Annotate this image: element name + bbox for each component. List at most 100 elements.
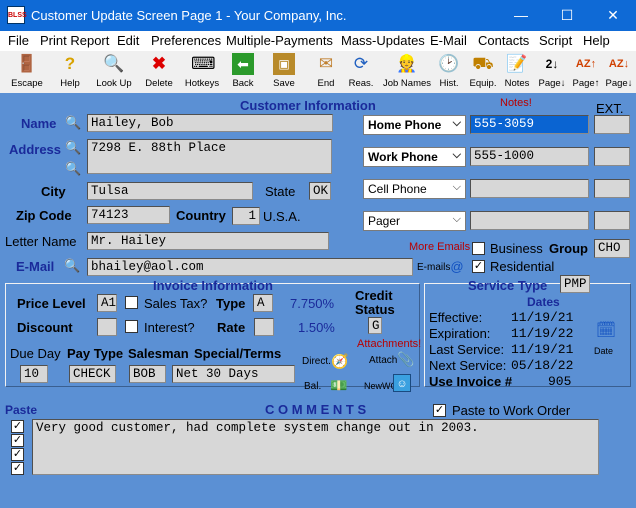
rate-field[interactable] (254, 318, 274, 336)
comments-textarea[interactable]: Very good customer, had complete system … (32, 419, 599, 475)
notes-alert[interactable]: Notes! (500, 97, 532, 109)
discount-field[interactable] (97, 318, 117, 336)
menu-file[interactable]: File (8, 33, 29, 48)
magnifier-icon: 🔍 (103, 54, 125, 73)
reasons-button[interactable]: ⟳ Reas. (347, 51, 375, 93)
help-button[interactable]: ? Help (57, 51, 83, 93)
lookup-button[interactable]: 🔍 Look Up (96, 51, 132, 93)
email-field[interactable]: bhailey@aol.com (87, 258, 413, 276)
address-label: Address (9, 142, 62, 157)
address-field[interactable]: 7298 E. 88th Place (87, 139, 332, 174)
due-day-label: Due Day (10, 346, 61, 361)
pager-ext-field[interactable] (594, 211, 630, 230)
cell-phone-select[interactable]: Cell Phone ⌵ (363, 179, 466, 199)
menu-contacts[interactable]: Contacts (478, 33, 529, 48)
paste-checkbox-2[interactable]: ✓ (11, 434, 24, 447)
paste-label: Paste (5, 403, 38, 417)
pay-type-field[interactable]: CHECK (69, 365, 116, 383)
paste-checkbox-4[interactable]: ✓ (11, 462, 24, 475)
rate-label: Rate (217, 320, 246, 335)
job-names-button[interactable]: 👷 Job Names (383, 51, 431, 93)
more-emails-link[interactable]: More Emails (409, 241, 470, 253)
compass-icon[interactable]: 🧭 (331, 352, 349, 370)
history-button[interactable]: 🕑 Hist. (437, 51, 461, 93)
menu-preferences[interactable]: Preferences (151, 33, 221, 48)
home-phone-select[interactable]: Home Phone ⌵ (363, 115, 466, 135)
hotkeys-button[interactable]: ⌨ Hotkeys (184, 51, 220, 93)
country-code-field[interactable]: 1 (232, 207, 260, 225)
equipment-button[interactable]: ⛟ Equip. (470, 51, 497, 93)
menu-edit[interactable]: Edit (117, 33, 139, 48)
menu-help[interactable]: Help (583, 33, 610, 48)
paperclip-icon[interactable]: 📎 (397, 350, 415, 368)
address-lookup-icon[interactable]: 🔍 (65, 140, 81, 156)
cell-ext-field[interactable] (594, 179, 630, 198)
new-work-order-icon[interactable]: ☺ (393, 374, 411, 392)
calendar-clock-icon[interactable]: 🗓 (594, 322, 618, 344)
back-button[interactable]: ⬅ Back (230, 51, 256, 93)
paste-work-order-checkbox[interactable]: ✓ (433, 404, 446, 417)
menu-script[interactable]: Script (539, 33, 572, 48)
residential-checkbox[interactable]: ✓ (472, 260, 485, 273)
group-field[interactable]: CHO (594, 239, 630, 258)
money-icon[interactable]: 💵 (330, 376, 348, 394)
residential-label: Residential (490, 259, 555, 274)
menu-multiple-payments[interactable]: Multiple-Payments (226, 33, 333, 48)
save-button[interactable]: ▣ Save (270, 51, 298, 93)
red-x-icon: ✖ (151, 54, 167, 73)
pager-select[interactable]: Pager ⌵ (363, 211, 466, 231)
work-phone-select[interactable]: Work Phone ⌵ (363, 147, 466, 167)
zip-field[interactable]: 74123 (87, 206, 170, 224)
name-field[interactable]: Hailey, Bob (87, 114, 333, 132)
cell-phone-field[interactable] (470, 179, 589, 198)
minimize-button[interactable]: — (498, 0, 544, 31)
menu-email[interactable]: E-Mail (430, 33, 467, 48)
city-field[interactable]: Tulsa (87, 182, 253, 200)
notes-button[interactable]: 📝 Notes (504, 51, 530, 93)
paste-checkbox-1[interactable]: ✓ (11, 420, 24, 433)
work-ext-field[interactable] (594, 147, 630, 166)
name-lookup-icon[interactable]: 🔍 (65, 115, 81, 131)
page-up-button[interactable]: AZ↑ Page↑ (572, 51, 600, 93)
home-phone-field[interactable]: 555-3059 (470, 115, 589, 134)
page-down2-button[interactable]: AZ↓ Page↓ (605, 51, 633, 93)
discount-label: Discount (17, 320, 73, 335)
at-sign-icon[interactable]: @ (449, 259, 465, 275)
page-down-button[interactable]: 2↓ Page↓ (538, 51, 566, 93)
help-sign-icon: ? (64, 54, 76, 73)
pager-field[interactable] (470, 211, 589, 230)
credit-status-field[interactable]: G (368, 317, 382, 334)
maximize-button[interactable]: ☐ (544, 0, 590, 31)
tax-type-field[interactable]: A (253, 294, 273, 312)
attachments-alert[interactable]: Attachments! (357, 338, 421, 350)
rate-percent: 1.50% (298, 320, 335, 335)
price-level-field[interactable]: A1 (97, 294, 117, 312)
email-lookup-icon[interactable]: 🔍 (64, 258, 80, 274)
type-label: Type (216, 296, 246, 311)
letter-name-label: Letter Name (5, 234, 77, 249)
paste-checkbox-3[interactable]: ✓ (11, 448, 24, 461)
close-button[interactable]: ✕ (590, 0, 636, 31)
menu-print-report[interactable]: Print Report (40, 33, 109, 48)
service-type-field[interactable]: PMP (560, 275, 590, 293)
home-ext-field[interactable] (594, 115, 630, 134)
delete-button[interactable]: ✖ Delete (144, 51, 174, 93)
end-button[interactable]: ✉ End (313, 51, 339, 93)
title-bar[interactable]: BLSS Customer Update Screen Page 1 - You… (0, 0, 636, 31)
sales-tax-checkbox[interactable] (125, 296, 138, 309)
interest-checkbox[interactable] (125, 320, 138, 333)
business-checkbox[interactable] (472, 242, 485, 255)
state-field[interactable]: OK (309, 182, 331, 200)
escape-button[interactable]: 🚪 Escape (10, 51, 44, 93)
sales-tax-label: Sales Tax? (144, 296, 208, 311)
address-map-icon[interactable]: 🔍 (65, 161, 81, 177)
page-2-down-icon: 2↓ (545, 57, 559, 71)
letter-name-field[interactable]: Mr. Hailey (87, 232, 329, 250)
sort-az-up-icon: AZ↑ (575, 58, 597, 70)
salesman-field[interactable]: BOB (129, 365, 166, 383)
menu-mass-updates[interactable]: Mass-Updates (341, 33, 425, 48)
special-terms-field[interactable]: Net 30 Days (172, 365, 295, 383)
work-phone-field[interactable]: 555-1000 (470, 147, 589, 166)
due-day-field[interactable]: 10 (20, 365, 48, 383)
next-service-date: 05/18/22 (511, 358, 574, 373)
